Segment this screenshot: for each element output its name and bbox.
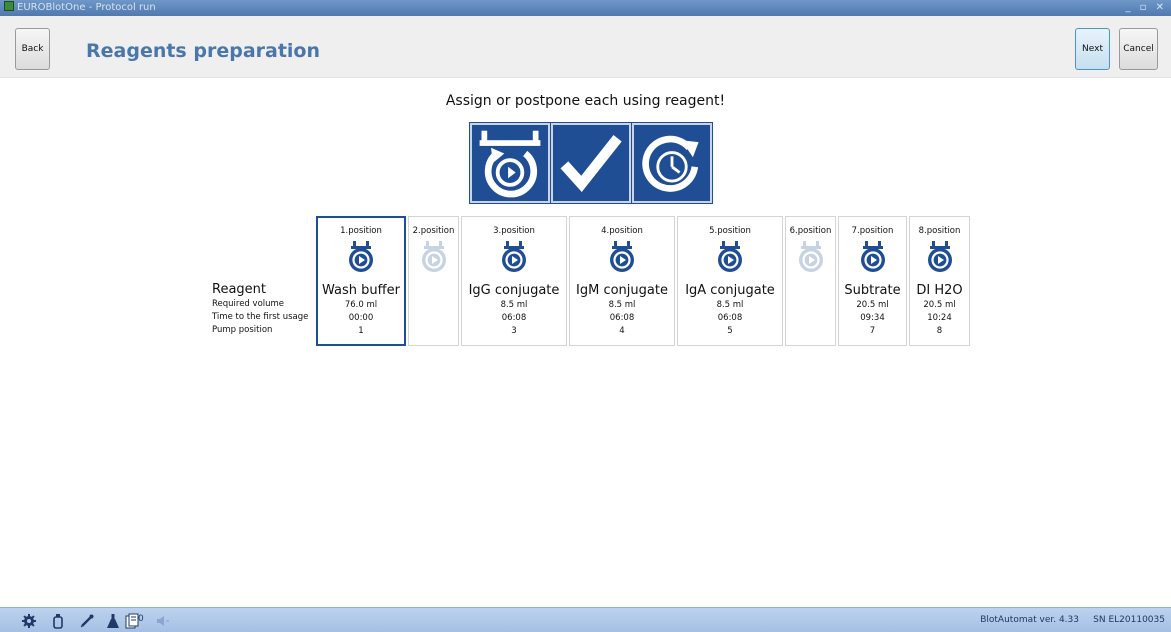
back-button[interactable]: Back	[15, 28, 50, 70]
required-volume	[409, 299, 458, 312]
reagent-bottle-icon	[497, 240, 531, 274]
strip-count: 0	[138, 614, 144, 624]
reagent-name: Subtrate	[844, 283, 901, 298]
assign-reagent-icon	[479, 130, 541, 198]
position-label: 5.position	[709, 226, 751, 236]
header: Back Reagents preparation Next Cancel	[0, 16, 1171, 78]
position-label: 8.position	[918, 226, 961, 236]
position-label: 1.position	[340, 226, 382, 236]
pump-position: 8	[936, 326, 943, 336]
position-label: 7.position	[851, 226, 894, 236]
reagent-name: IgM conjugate	[576, 283, 668, 298]
pump-position: 4	[619, 326, 625, 336]
bottle-icon[interactable]	[50, 613, 66, 629]
version-text: BlotAutomat ver. 4.33	[980, 615, 1079, 625]
page-title: Reagents preparation	[86, 40, 321, 62]
cancel-button[interactable]: Cancel	[1119, 28, 1158, 70]
time-first-usage: 06:08	[609, 313, 635, 323]
reagent-name	[409, 282, 458, 299]
pump-position: 7	[869, 326, 876, 336]
time-first-usage: 06:08	[501, 313, 527, 323]
reagent-bottle-icon	[794, 240, 828, 274]
assign-reagent-button[interactable]	[470, 123, 550, 203]
reagent-name: DI H2O	[916, 283, 963, 298]
position-label: 3.position	[493, 226, 535, 236]
position-cell-6[interactable]: 6.position	[785, 216, 836, 346]
position-cell-7[interactable]: 7.position Subtrate 20.5 ml 09:34 7	[838, 216, 907, 346]
reagent-bottle-icon	[713, 240, 747, 274]
reagent-name: IgA conjugate	[685, 283, 775, 298]
instruction-text: Assign or postpone each using reagent!	[445, 93, 726, 109]
next-button[interactable]: Next	[1075, 28, 1110, 70]
required-volume: 8.5 ml	[608, 300, 636, 310]
required-volume: 8.5 ml	[500, 300, 528, 310]
required-volume: 8.5 ml	[716, 300, 744, 310]
window-controls[interactable]: _ ▫ ✕	[1125, 0, 1167, 16]
position-cell-1[interactable]: 1.position Wash buffer 76.0 ml 00:00 1	[316, 216, 406, 346]
time-first-usage: 10:24	[927, 313, 952, 323]
reagent-bottle-icon	[344, 240, 378, 274]
postpone-button[interactable]	[632, 123, 712, 203]
required-volume: 76.0 ml	[344, 300, 378, 310]
position-cell-2[interactable]: 2.position	[408, 216, 459, 346]
reagent-row-label: Reagent	[212, 282, 266, 297]
reagent-name: IgG conjugate	[468, 283, 560, 298]
position-label: 4.position	[601, 226, 643, 236]
position-cell-3[interactable]: 3.position IgG conjugate 8.5 ml 06:08 3	[461, 216, 567, 346]
speaker-icon[interactable]	[155, 613, 171, 629]
time-first-usage	[786, 312, 835, 325]
position-label: 6.position	[789, 226, 832, 236]
required-volume: 20.5 ml	[923, 300, 956, 310]
position-cell-8[interactable]: 8.position DI H2O 20.5 ml 10:24 8	[909, 216, 970, 346]
pump-position: 5	[727, 326, 733, 336]
reagent-bottle-icon	[923, 240, 957, 274]
time-first-usage: 09:34	[860, 313, 885, 323]
serial-number: SN EL20110035	[1093, 615, 1165, 625]
app-icon	[4, 1, 14, 11]
required-volume	[786, 299, 835, 312]
pump-position: 3	[511, 326, 517, 336]
pipette-icon[interactable]	[79, 613, 95, 629]
position-label: 2.position	[412, 226, 455, 236]
time-first-usage: 06:08	[717, 313, 743, 323]
pump-position: 1	[358, 326, 364, 336]
required-volume: 20.5 ml	[856, 300, 889, 310]
checkmark-icon	[560, 135, 622, 192]
window-title: EUROBlotOne - Protocol run	[17, 2, 156, 13]
time-first-usage: 00:00	[348, 313, 374, 323]
gear-icon[interactable]	[21, 613, 37, 629]
position-cell-4[interactable]: 4.position IgM conjugate 8.5 ml 06:08 4	[569, 216, 675, 346]
time-first-usage	[409, 312, 458, 325]
reagent-bottle-icon	[605, 240, 639, 274]
row-labels: Reagent Required volume Time to the firs…	[212, 281, 308, 337]
clock-postpone-icon	[642, 135, 699, 192]
position-cell-5[interactable]: 5.position IgA conjugate 8.5 ml 06:08 5	[677, 216, 783, 346]
time-first-usage-label: Time to the first usage	[212, 312, 309, 322]
reagent-bottle-icon	[417, 240, 451, 274]
confirm-button[interactable]	[551, 123, 631, 203]
reagent-name: Wash buffer	[322, 283, 400, 298]
reagent-name	[786, 282, 835, 299]
pump-position	[409, 325, 458, 338]
pump-position	[786, 325, 835, 338]
status-bar: 0 BlotAutomat ver. 4.33 SN EL20110035	[0, 607, 1171, 632]
required-volume-label: Required volume	[212, 299, 285, 309]
reagent-bottle-icon	[856, 240, 890, 274]
window-titlebar: EUROBlotOne - Protocol run _ ▫ ✕	[0, 0, 1171, 16]
flask-icon[interactable]	[105, 613, 121, 629]
pump-position-label: Pump position	[212, 325, 273, 335]
